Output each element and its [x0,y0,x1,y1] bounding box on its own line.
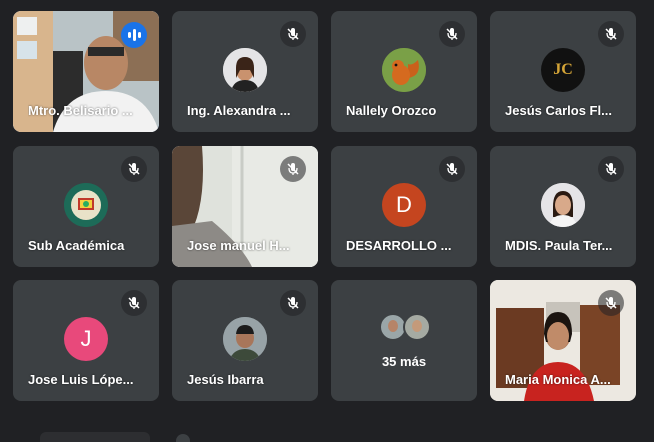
avatar-letter: J [80,326,92,351]
mic-off-icon [598,21,624,47]
more-participants-tile[interactable]: 35 más [331,280,477,401]
participant-name: DESARROLLO ... [346,238,452,253]
mic-off-icon [439,21,465,47]
bottom-controls-edge [0,430,654,442]
avatar-monogram: JC [553,61,573,78]
participant-name: Maria Monica A... [505,372,611,387]
mic-off-icon [598,290,624,316]
participant-avatar [541,183,585,227]
mic-off-icon [280,156,306,182]
participant-avatar [382,48,426,92]
mic-off-icon [439,156,465,182]
participant-tile-nallely[interactable]: Nallely Orozco [331,11,477,132]
participant-avatar [223,317,267,361]
participant-tile-jesus-carlos[interactable]: JC Jesús Carlos Fl... [490,11,636,132]
speaking-indicator-icon [121,22,147,48]
participant-avatar: D [382,183,426,227]
participant-name: Sub Académica [28,238,125,253]
participant-tile-maria-monica[interactable]: Maria Monica A... [490,280,636,401]
participant-tile-jose-luis[interactable]: J Jose Luis Lópe... [13,280,159,401]
participant-avatar: J [64,317,108,361]
participant-tile-desarrollo[interactable]: D DESARROLLO ... [331,146,477,267]
participant-name: Mtro. Belisario ... [28,103,133,118]
more-participants-avatars [379,312,431,342]
mic-off-icon [598,156,624,182]
participant-name: Ing. Alexandra ... [187,103,291,118]
participant-name: Jesús Carlos Fl... [505,103,612,118]
participant-avatar [223,48,267,92]
mic-off-icon [121,290,147,316]
participant-avatar: JC [541,48,585,92]
participant-tile-paula[interactable]: MDIS. Paula Ter... [490,146,636,267]
participant-tile-jose-manuel[interactable]: Jose manuel H... [172,146,318,267]
participant-name: Jose manuel H... [187,238,290,253]
participant-name: MDIS. Paula Ter... [505,238,613,253]
participant-tile-belisario[interactable]: Mtro. Belisario ... [13,11,159,132]
mic-off-icon [121,156,147,182]
mic-off-icon [280,290,306,316]
mic-off-icon [280,21,306,47]
more-participants-count: 35 más [381,354,427,369]
participant-tile-sub-academica[interactable]: Sub Académica [13,146,159,267]
institution-logo-icon [64,183,108,227]
participant-name: Nallely Orozco [346,103,437,118]
participant-tile-jesus-ibarra[interactable]: Jesús Ibarra [172,280,318,401]
avatar-letter: D [396,192,412,217]
participant-name: Jose Luis Lópe... [28,372,134,387]
participant-tile-alexandra[interactable]: Ing. Alexandra ... [172,11,318,132]
participant-name: Jesús Ibarra [187,372,264,387]
